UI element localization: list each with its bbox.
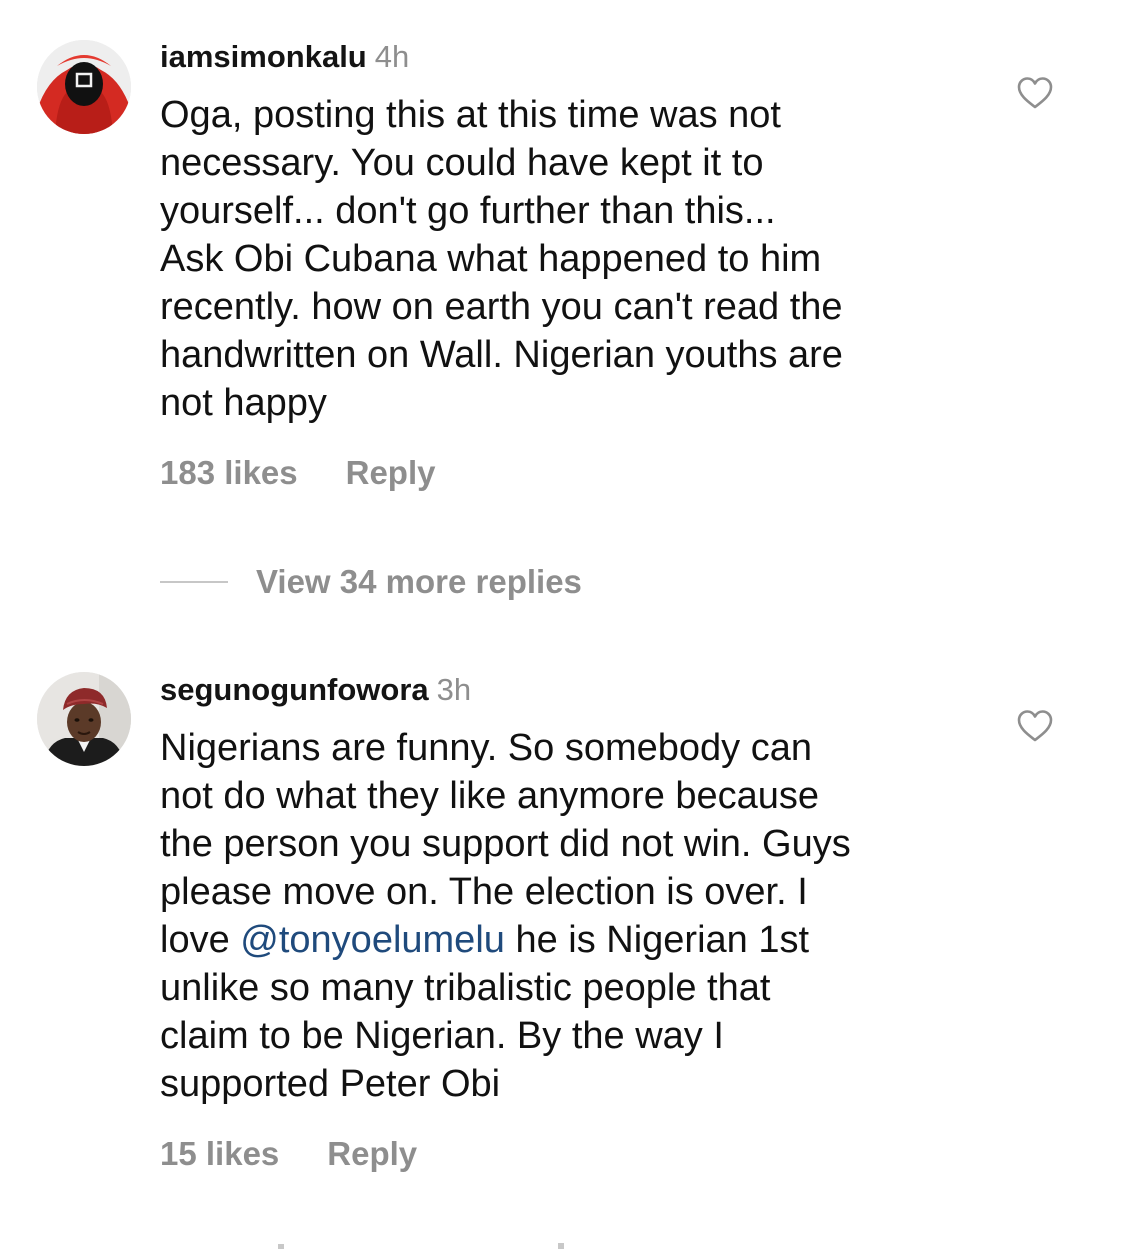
mention-prefix: love [160,919,241,961]
comment-line: Ask Obi Cubana what happened to him [160,238,822,280]
comment-header: segunogunfowora 3h [160,670,471,710]
comment-line: please move on. The election is over. I [160,871,808,913]
timestamp: 4h [374,39,410,74]
heart-outline-icon [1017,710,1053,742]
reply-button[interactable]: Reply [346,454,436,491]
comment-line: supported Peter Obi [160,1063,501,1105]
comment-line: claim to be Nigerian. By the way I [160,1015,724,1057]
comment-line: the person you support did not win. Guys [160,823,851,865]
likes-count-button[interactable]: 183 likes [160,454,298,491]
heart-outline-icon [1017,77,1053,109]
comment-line: Nigerians are funny. So somebody can [160,727,812,769]
comment-text: Oga, posting this at this time was not n… [160,91,980,427]
comment-line: necessary. You could have kept it to [160,142,764,184]
like-button[interactable] [1016,76,1054,110]
comment-line: handwritten on Wall. Nigerian youths are [160,334,843,376]
mention-link[interactable]: @tonyoelumelu [240,919,505,961]
timestamp: 3h [436,672,472,707]
comment-line: yourself... don't go further than this..… [160,190,776,232]
masked-figure-avatar-icon [37,40,131,134]
comment-line: love @tonyoelumelu he is Nigerian 1st [160,916,980,964]
comment-line: not do what they like anymore because [160,775,820,817]
next-comment-clipped [160,1232,620,1249]
clipped-text-fragment [278,1243,564,1249]
comment-header: iamsimonkalu 4h [160,37,409,77]
comment-line: Oga, posting this at this time was not [160,94,781,136]
like-button[interactable] [1016,709,1054,743]
view-more-replies-button[interactable]: View 34 more replies [160,560,582,604]
comment-actions: 15 likes Reply [160,1134,417,1174]
view-replies-label: View 34 more replies [256,563,582,600]
comment-text: Nigerians are funny. So somebody can not… [160,724,980,1108]
username-link[interactable]: iamsimonkalu [160,39,367,74]
reply-button[interactable]: Reply [327,1135,417,1172]
mention-suffix: he is Nigerian 1st [504,919,810,961]
replies-divider [160,581,228,583]
likes-count-button[interactable]: 15 likes [160,1135,279,1172]
avatar[interactable] [37,40,131,134]
comment-line: recently. how on earth you can't read th… [160,286,843,328]
avatar[interactable] [37,672,131,766]
man-avatar-icon [37,672,131,766]
username-link[interactable]: segunogunfowora [160,672,429,707]
comment-line: unlike so many tribalistic people that [160,967,771,1009]
comment-line: not happy [160,382,327,424]
comment-actions: 183 likes Reply [160,453,436,493]
